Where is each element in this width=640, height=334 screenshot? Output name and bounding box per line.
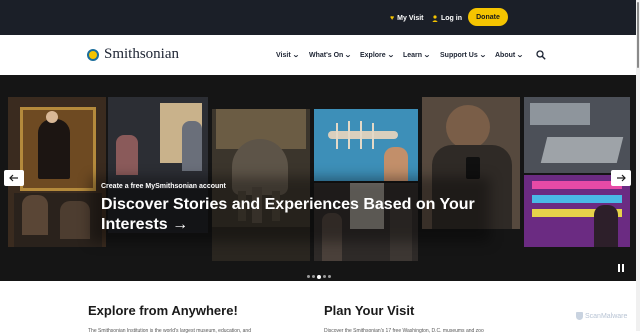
explore-text: The Smithsonian Institution is the world… [88, 328, 251, 334]
chevron-down-icon: ⌄ [423, 52, 431, 59]
log-in-link[interactable]: Log in [432, 10, 462, 26]
carousel-dot[interactable] [317, 274, 321, 279]
hero-carousel: Create a free MySmithsonian account Disc… [0, 75, 636, 281]
carousel-dot[interactable] [328, 275, 331, 278]
utility-bar: ♥ My Visit Log in Donate [0, 0, 636, 35]
nav-label: What's On [309, 51, 344, 59]
search-icon[interactable] [536, 50, 546, 60]
hero-kicker: Create a free MySmithsonian account [101, 183, 226, 190]
carousel-indicator [307, 274, 331, 279]
hero-image-fish-skeleton [314, 109, 418, 181]
donate-button[interactable]: Donate [468, 8, 508, 26]
scrollbar-thumb[interactable] [637, 2, 639, 68]
nav-item-about[interactable]: About ⌄ [495, 49, 524, 61]
nav-label: Visit [276, 51, 291, 59]
nav-item-learn[interactable]: Learn ⌄ [403, 49, 431, 61]
log-in-label: Log in [441, 14, 462, 22]
arrow-right-icon [617, 174, 626, 182]
my-visit-label: My Visit [397, 14, 424, 22]
my-visit-link[interactable]: ♥ My Visit [390, 10, 423, 26]
main-nav: Smithsonian Visit ⌄ What's On ⌄ Explore ⌄ L… [0, 35, 636, 75]
carousel-dot[interactable] [312, 275, 315, 278]
chevron-down-icon: ⌄ [478, 52, 487, 59]
carousel-prev-button[interactable] [4, 170, 24, 186]
arrow-left-icon [9, 174, 18, 182]
watermark-text: ScanMalware [585, 312, 628, 320]
plan-visit-heading: Plan Your Visit [324, 303, 415, 318]
hero-image-gallery-case [524, 97, 630, 173]
pause-button[interactable] [615, 262, 627, 274]
nav-item-visit[interactable]: Visit ⌄ [276, 49, 299, 61]
user-icon [432, 14, 438, 22]
nav-item-whats-on[interactable]: What's On ⌄ [309, 49, 353, 61]
nav-item-support-us[interactable]: Support Us ⌄ [440, 49, 486, 61]
logo-text: Smithsonian [104, 46, 180, 62]
smithsonian-logo[interactable]: Smithsonian [87, 46, 179, 63]
chevron-down-icon: ⌄ [386, 52, 395, 59]
explore-heading: Explore from Anywhere! [88, 303, 238, 318]
shield-icon [576, 312, 583, 320]
nav-label: Learn [403, 51, 423, 59]
chevron-down-icon: ⌄ [291, 52, 300, 59]
pause-icon [618, 264, 620, 272]
plan-visit-text: Discover the Smithsonian's 17 free Washi… [324, 328, 484, 334]
nav-label: About [495, 51, 516, 59]
nav-label: Support Us [440, 51, 478, 59]
intro-sections: Explore from Anywhere! The Smithsonian I… [0, 281, 636, 334]
nav-item-explore[interactable]: Explore ⌄ [360, 49, 394, 61]
hero-headline-link[interactable]: Discover Stories and Experiences Based o… [101, 195, 501, 235]
chevron-down-icon: ⌄ [344, 52, 353, 59]
chevron-down-icon: ⌄ [516, 52, 524, 59]
heart-icon: ♥ [390, 14, 395, 22]
nav-label: Explore [360, 51, 386, 59]
sun-logo-icon [87, 48, 99, 61]
scanmalware-watermark: ScanMalware [576, 312, 627, 320]
carousel-dot[interactable] [323, 275, 326, 278]
carousel-next-button[interactable] [611, 170, 631, 186]
carousel-dot[interactable] [307, 275, 310, 278]
